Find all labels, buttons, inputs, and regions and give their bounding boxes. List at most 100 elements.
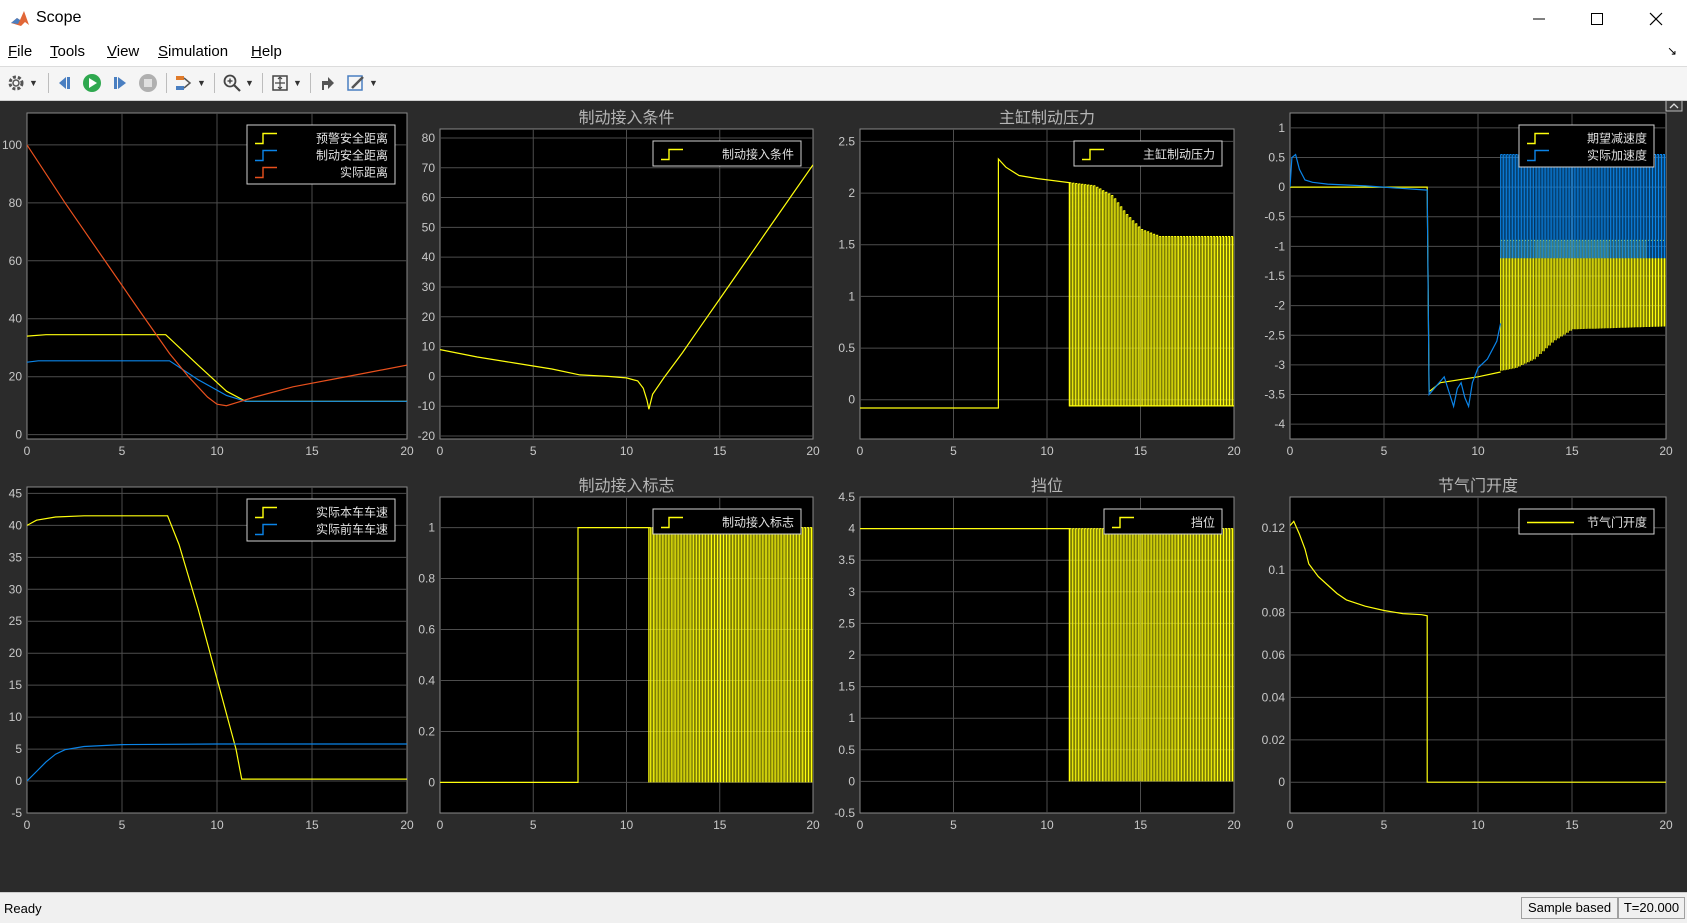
y-tick-label: 0	[15, 774, 22, 788]
scope-axes-8[interactable]: 0 5 10 15 2000.020.040.060.080.10.12节气门开度节气门…	[1262, 476, 1673, 832]
legend-label: 实际前车车速	[316, 522, 388, 537]
scope-axes-2[interactable]: 0 5 10 15 20-20-1001020304050607080制动接入条件制动接…	[418, 108, 820, 458]
y-tick-label: 1.5	[838, 680, 855, 694]
legend[interactable]: 制动接入标志	[652, 508, 802, 535]
restore-figure-icon[interactable]	[1665, 101, 1683, 112]
y-tick-label: 15	[9, 678, 23, 692]
maximize-button[interactable]	[1568, 0, 1626, 38]
legend-label: 挡位	[1191, 515, 1215, 530]
close-button[interactable]	[1627, 0, 1685, 38]
legend[interactable]: 预警安全距离制动安全距离实际距离	[246, 124, 396, 185]
y-tick-label: 20	[9, 370, 23, 384]
y-tick-label: 0.5	[838, 341, 855, 355]
x-tick-label: 5	[1381, 444, 1388, 458]
y-tick-label: 50	[422, 220, 436, 234]
legend[interactable]: 制动接入条件	[652, 140, 802, 167]
x-tick-label: 10	[210, 818, 224, 832]
x-tick-label: 10	[1471, 818, 1485, 832]
zoom-button[interactable]: ▼	[222, 72, 254, 94]
stop-button[interactable]	[138, 72, 158, 94]
legend-label: 制动接入条件	[722, 147, 794, 162]
x-tick-label: 10	[210, 444, 224, 458]
scope-axes-7[interactable]: 0 5 10 15 20-0.500.511.522.533.544.5挡位挡位	[834, 476, 1241, 832]
scope-axes-1[interactable]: 0 5 10 15 20 0 20 40 60 80 100 预警安全距离制动安全距离实际距离	[2, 112, 414, 458]
y-tick-label: 10	[422, 340, 436, 354]
close-icon	[1649, 12, 1663, 26]
style-icon	[347, 75, 364, 91]
fit-axes-icon	[272, 75, 288, 91]
y-tick-label: -20	[418, 429, 436, 443]
y-tick-label: 0.02	[1262, 733, 1286, 747]
y-tick-label: 40	[9, 518, 23, 532]
legend-label: 实际加速度	[1587, 148, 1647, 163]
y-tick-label: 2.5	[838, 616, 855, 630]
y-tick-label: 1.5	[838, 238, 855, 252]
x-tick-label: 0	[437, 818, 444, 832]
axes-title: 节气门开度	[1438, 476, 1518, 495]
y-tick-label: 0.2	[418, 724, 435, 738]
minimize-button[interactable]	[1510, 0, 1568, 38]
y-tick-label: 60	[422, 191, 436, 205]
y-tick-label: 25	[9, 614, 23, 628]
menu-simulation[interactable]: Simulation	[158, 43, 228, 60]
legend[interactable]: 实际本车车速实际前车车速	[246, 498, 396, 542]
y-tick-label: 35	[9, 550, 23, 564]
run-button[interactable]	[82, 72, 102, 94]
scope-axes-3[interactable]: 0 5 10 15 2000.511.522.5主缸制动压力主缸制动压力	[838, 108, 1241, 458]
y-tick-label: 60	[9, 254, 23, 268]
menu-file[interactable]: File	[8, 43, 32, 60]
style-button[interactable]: ▼	[346, 72, 378, 94]
settings-button[interactable]: ▼	[6, 72, 38, 94]
y-tick-label: 80	[9, 196, 23, 210]
y-tick-label: 2.5	[838, 134, 855, 148]
y-tick-label: 0	[848, 393, 855, 407]
x-tick-label: 5	[1381, 818, 1388, 832]
step-forward-button[interactable]	[110, 72, 130, 94]
scope-axes-5[interactable]: 0 5 10 15 20-5051015202530354045实际本车车速实际前车车速	[9, 486, 414, 832]
toolbar: ▼ ▼ ▼ ▼ ▼	[0, 67, 1687, 101]
fit-axes-button[interactable]: ▼	[270, 72, 302, 94]
y-tick-label: 0.8	[418, 572, 435, 586]
x-tick-label: 10	[620, 818, 634, 832]
legend-label: 预警安全距离	[316, 131, 388, 146]
maximize-icon	[1591, 13, 1603, 25]
y-tick-label: 0	[1278, 180, 1285, 194]
y-tick-label: 3.5	[838, 553, 855, 567]
y-tick-label: 0.1	[1268, 563, 1285, 577]
menu-help[interactable]: Help	[251, 43, 282, 60]
y-tick-label: 0	[428, 775, 435, 789]
scope-axes-4[interactable]: 0 5 10 15 20 -4 -3.5 -3 -2.5 -2 -1.5 -1 -0.5 0 0.5 1 期望减…	[1264, 112, 1673, 458]
y-tick-label: -0.5	[834, 806, 855, 820]
legend[interactable]: 主缸制动压力	[1073, 140, 1223, 167]
y-tick-label: 4.5	[838, 490, 855, 504]
x-tick-label: 20	[400, 818, 414, 832]
legend[interactable]: 期望减速度实际加速度	[1518, 124, 1655, 168]
x-tick-label: 5	[950, 444, 957, 458]
x-tick-label: 10	[1471, 444, 1485, 458]
x-tick-label: 20	[1227, 818, 1241, 832]
signal-selector-button[interactable]: ▼	[174, 72, 206, 94]
minimize-icon	[1533, 18, 1545, 20]
y-tick-label: 30	[422, 280, 436, 294]
x-tick-label: 15	[1134, 444, 1148, 458]
y-tick-label: 0.04	[1262, 690, 1286, 704]
legend[interactable]: 节气门开度	[1518, 508, 1655, 535]
y-tick-label: 80	[422, 131, 436, 145]
y-tick-label: 45	[9, 486, 23, 500]
legend[interactable]: 挡位	[1103, 508, 1223, 535]
y-tick-label: 0.4	[418, 673, 435, 687]
y-tick-label: 1	[848, 289, 855, 303]
status-text: Ready	[4, 901, 42, 916]
scope-plot-area: 0 5 10 15 20 0 20 40 60 80 100 预警安全距离 制动安全距离 实际距离 0 5 10…	[0, 101, 1687, 892]
x-tick-label: 20	[806, 818, 820, 832]
x-tick-label: 15	[713, 818, 727, 832]
y-tick-label: 70	[422, 161, 436, 175]
scope-axes-6[interactable]: 0 5 10 15 2000.20.40.60.81制动接入标志制动接入标志	[418, 476, 820, 832]
y-tick-label: 2	[848, 648, 855, 662]
menu-tools[interactable]: Tools	[50, 43, 85, 60]
restore-layout-button[interactable]	[318, 72, 338, 94]
y-tick-label: -2	[1274, 299, 1285, 313]
step-back-button[interactable]	[55, 72, 75, 94]
menu-view[interactable]: View	[107, 43, 139, 60]
undock-arrow-icon[interactable]: ↘	[1667, 44, 1677, 58]
